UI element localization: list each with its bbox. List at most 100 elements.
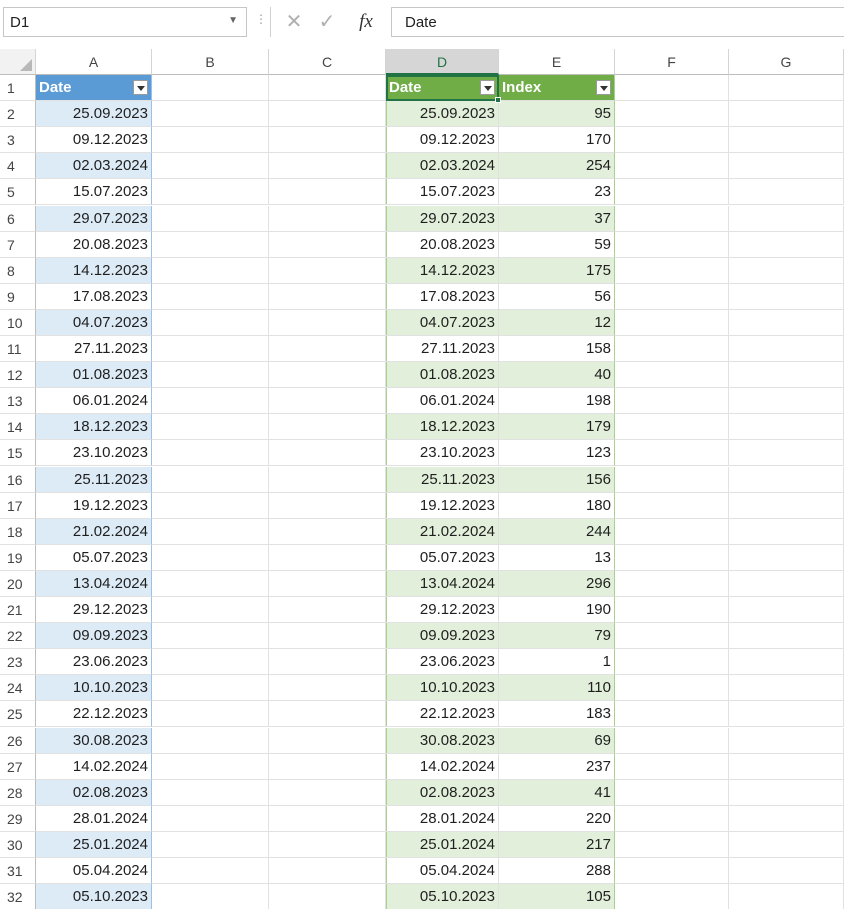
table2-date-cell[interactable]: 05.04.2024 bbox=[386, 858, 499, 884]
grid-cell[interactable] bbox=[729, 75, 844, 101]
grid-cell[interactable] bbox=[152, 466, 269, 493]
row-header[interactable]: 29 bbox=[0, 805, 36, 832]
grid-cell[interactable] bbox=[615, 884, 729, 909]
close-icon[interactable]: ✕ bbox=[280, 7, 308, 37]
table2-date-cell[interactable]: 27.11.2023 bbox=[386, 336, 499, 362]
grid-cell[interactable] bbox=[269, 127, 386, 154]
grid-cell[interactable] bbox=[729, 570, 844, 597]
table1-date-cell[interactable]: 21.02.2024 bbox=[36, 518, 152, 545]
grid-cell[interactable] bbox=[615, 805, 729, 832]
table2-index-cell[interactable]: 23 bbox=[499, 179, 615, 206]
column-header-g[interactable]: G bbox=[729, 49, 844, 75]
table2-index-cell[interactable]: 37 bbox=[499, 205, 615, 232]
table2-index-cell[interactable]: 183 bbox=[499, 701, 615, 728]
column-header-b[interactable]: B bbox=[152, 49, 269, 75]
table1-date-cell[interactable]: 17.08.2023 bbox=[36, 283, 152, 310]
table2-date-cell[interactable]: 01.08.2023 bbox=[386, 362, 499, 389]
grid-cell[interactable] bbox=[729, 858, 844, 884]
table2-index-cell[interactable]: 12 bbox=[499, 309, 615, 336]
table2-date-cell[interactable]: 30.08.2023 bbox=[386, 727, 499, 754]
grid-cell[interactable] bbox=[152, 597, 269, 623]
grid-cell[interactable] bbox=[729, 362, 844, 389]
grid-cell[interactable] bbox=[269, 388, 386, 415]
column-header-d[interactable]: D bbox=[386, 49, 499, 75]
grid-cell[interactable] bbox=[729, 388, 844, 415]
grid-cell[interactable] bbox=[615, 858, 729, 884]
table1-date-cell[interactable]: 06.01.2024 bbox=[36, 388, 152, 415]
table2-index-cell[interactable]: 198 bbox=[499, 388, 615, 415]
grid-cell[interactable] bbox=[615, 153, 729, 180]
row-header[interactable]: 13 bbox=[0, 388, 36, 415]
grid-cell[interactable] bbox=[615, 127, 729, 154]
table2-date-cell[interactable]: 23.06.2023 bbox=[386, 649, 499, 676]
grid-cell[interactable] bbox=[729, 727, 844, 754]
grid-cell[interactable] bbox=[615, 779, 729, 806]
table2-index-cell[interactable]: 237 bbox=[499, 753, 615, 780]
grid-cell[interactable] bbox=[269, 675, 386, 702]
row-header[interactable]: 28 bbox=[0, 779, 36, 806]
row-header[interactable]: 5 bbox=[0, 179, 36, 206]
row-header[interactable]: 10 bbox=[0, 309, 36, 336]
table1-date-cell[interactable]: 25.09.2023 bbox=[36, 101, 152, 128]
table2-index-cell[interactable]: 95 bbox=[499, 101, 615, 128]
table1-date-cell[interactable]: 09.12.2023 bbox=[36, 127, 152, 154]
grid-cell[interactable] bbox=[152, 884, 269, 909]
grid-cell[interactable] bbox=[269, 779, 386, 806]
row-header[interactable]: 21 bbox=[0, 597, 36, 623]
table2-date-cell[interactable]: 04.07.2023 bbox=[386, 309, 499, 336]
grid-cell[interactable] bbox=[729, 597, 844, 623]
table1-date-cell[interactable]: 28.01.2024 bbox=[36, 805, 152, 832]
row-header[interactable]: 19 bbox=[0, 544, 36, 571]
table2-date-cell[interactable]: 28.01.2024 bbox=[386, 805, 499, 832]
filter-dropdown-icon[interactable] bbox=[596, 80, 611, 95]
grid-cell[interactable] bbox=[615, 231, 729, 258]
grid-cell[interactable] bbox=[152, 544, 269, 571]
grid-cell[interactable] bbox=[269, 153, 386, 180]
row-header[interactable]: 24 bbox=[0, 675, 36, 702]
grid-cell[interactable] bbox=[729, 101, 844, 128]
row-header[interactable]: 27 bbox=[0, 753, 36, 780]
grid-cell[interactable] bbox=[729, 336, 844, 362]
table1-date-cell[interactable]: 10.10.2023 bbox=[36, 675, 152, 702]
table2-date-cell[interactable]: 22.12.2023 bbox=[386, 701, 499, 728]
grid-cell[interactable] bbox=[615, 179, 729, 206]
table2-index-cell[interactable]: 105 bbox=[499, 884, 615, 909]
table2-index-cell[interactable]: 56 bbox=[499, 283, 615, 310]
grid-cell[interactable] bbox=[729, 623, 844, 650]
grid-cell[interactable] bbox=[269, 362, 386, 389]
table1-date-cell[interactable]: 18.12.2023 bbox=[36, 414, 152, 441]
grid-cell[interactable] bbox=[615, 466, 729, 493]
table2-index-cell[interactable]: 158 bbox=[499, 336, 615, 362]
table1-date-cell[interactable]: 25.01.2024 bbox=[36, 831, 152, 858]
table2-date-cell[interactable]: 09.12.2023 bbox=[386, 127, 499, 154]
grid-cell[interactable] bbox=[152, 127, 269, 154]
table2-index-cell[interactable]: 244 bbox=[499, 518, 615, 545]
grid-cell[interactable] bbox=[729, 805, 844, 832]
table2-date-cell[interactable]: 17.08.2023 bbox=[386, 283, 499, 310]
table2-date-cell[interactable]: 10.10.2023 bbox=[386, 675, 499, 702]
table1-date-cell[interactable]: 22.12.2023 bbox=[36, 701, 152, 728]
grid-cell[interactable] bbox=[152, 492, 269, 519]
grid-cell[interactable] bbox=[615, 75, 729, 101]
grid-cell[interactable] bbox=[269, 884, 386, 909]
grid-cell[interactable] bbox=[269, 831, 386, 858]
grid-cell[interactable] bbox=[615, 570, 729, 597]
grid-cell[interactable] bbox=[269, 701, 386, 728]
grid-cell[interactable] bbox=[729, 675, 844, 702]
table2-index-cell[interactable]: 69 bbox=[499, 727, 615, 754]
table1-date-cell[interactable]: 02.08.2023 bbox=[36, 779, 152, 806]
grid-cell[interactable] bbox=[615, 518, 729, 545]
table2-index-cell[interactable]: 123 bbox=[499, 440, 615, 467]
grid-cell[interactable] bbox=[152, 805, 269, 832]
grid-cell[interactable] bbox=[269, 231, 386, 258]
grid-cell[interactable] bbox=[152, 518, 269, 545]
grid-cell[interactable] bbox=[269, 727, 386, 754]
grid-cell[interactable] bbox=[269, 492, 386, 519]
row-header[interactable]: 8 bbox=[0, 257, 36, 284]
formula-input[interactable]: Date bbox=[391, 7, 844, 37]
fill-handle[interactable] bbox=[495, 97, 501, 104]
row-header[interactable]: 31 bbox=[0, 858, 36, 884]
grid-cell[interactable] bbox=[269, 649, 386, 676]
grid-cell[interactable] bbox=[615, 753, 729, 780]
grid-cell[interactable] bbox=[269, 101, 386, 128]
